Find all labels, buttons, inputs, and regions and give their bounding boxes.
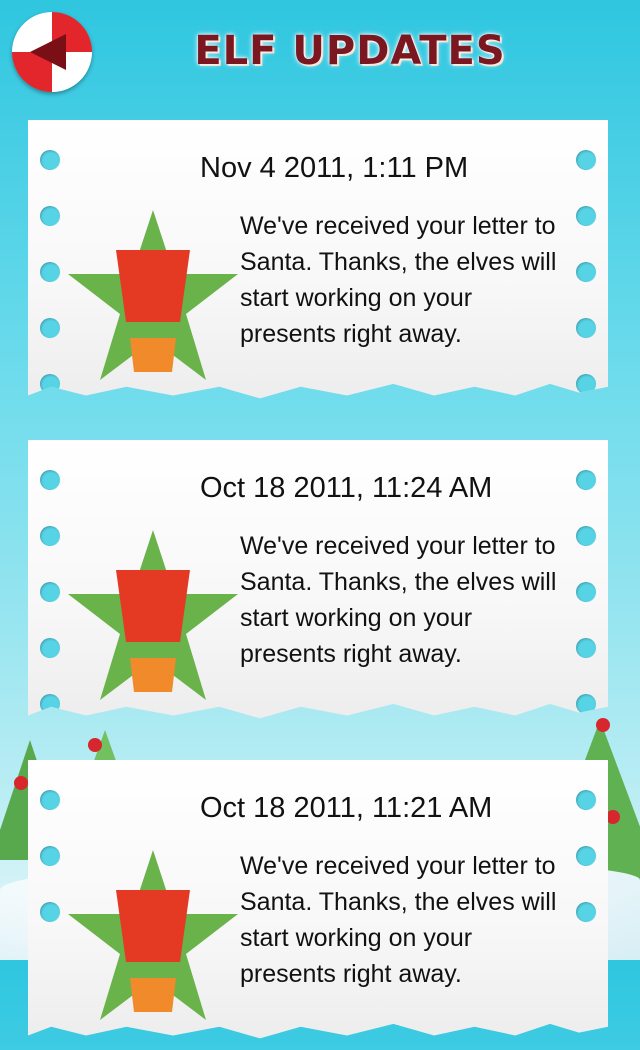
punch-hole — [40, 318, 60, 338]
punch-hole — [576, 374, 596, 394]
punch-hole — [40, 470, 60, 490]
update-card: Nov 4 2011, 1:11 PM We've received your … — [28, 120, 608, 399]
alert-star-icon — [68, 210, 238, 380]
punch-hole — [576, 150, 596, 170]
update-message: We've received your letter to Santa. Tha… — [240, 852, 557, 988]
punch-hole — [576, 470, 596, 490]
update-message: We've received your letter to Santa. Tha… — [240, 212, 557, 348]
punch-hole — [576, 790, 596, 810]
punch-hole — [40, 638, 60, 658]
punch-hole — [40, 374, 60, 394]
update-date: Oct 18 2011, 11:24 AM — [200, 472, 493, 504]
punch-hole — [40, 262, 60, 282]
punch-hole — [576, 206, 596, 226]
punch-hole — [576, 318, 596, 338]
punch-hole — [576, 902, 596, 922]
updates-feed[interactable]: Nov 4 2011, 1:11 PM We've received your … — [0, 0, 640, 1039]
update-date: Oct 18 2011, 11:21 AM — [200, 792, 493, 824]
punch-hole — [576, 638, 596, 658]
alert-star-icon — [68, 530, 238, 700]
update-card: Oct 18 2011, 11:21 AM We've received you… — [28, 760, 608, 1039]
punch-hole — [576, 582, 596, 602]
update-card: Oct 18 2011, 11:24 AM We've received you… — [28, 440, 608, 719]
punch-hole — [576, 694, 596, 714]
punch-hole — [40, 846, 60, 866]
alert-star-icon — [68, 850, 238, 1020]
punch-hole — [40, 150, 60, 170]
punch-hole — [576, 846, 596, 866]
punch-hole — [40, 694, 60, 714]
update-date: Nov 4 2011, 1:11 PM — [200, 152, 469, 184]
punch-hole — [576, 526, 596, 546]
punch-hole — [40, 206, 60, 226]
punch-hole — [40, 582, 60, 602]
punch-hole — [40, 526, 60, 546]
punch-hole — [40, 790, 60, 810]
punch-hole — [576, 262, 596, 282]
update-message: We've received your letter to Santa. Tha… — [240, 532, 557, 668]
punch-hole — [40, 902, 60, 922]
